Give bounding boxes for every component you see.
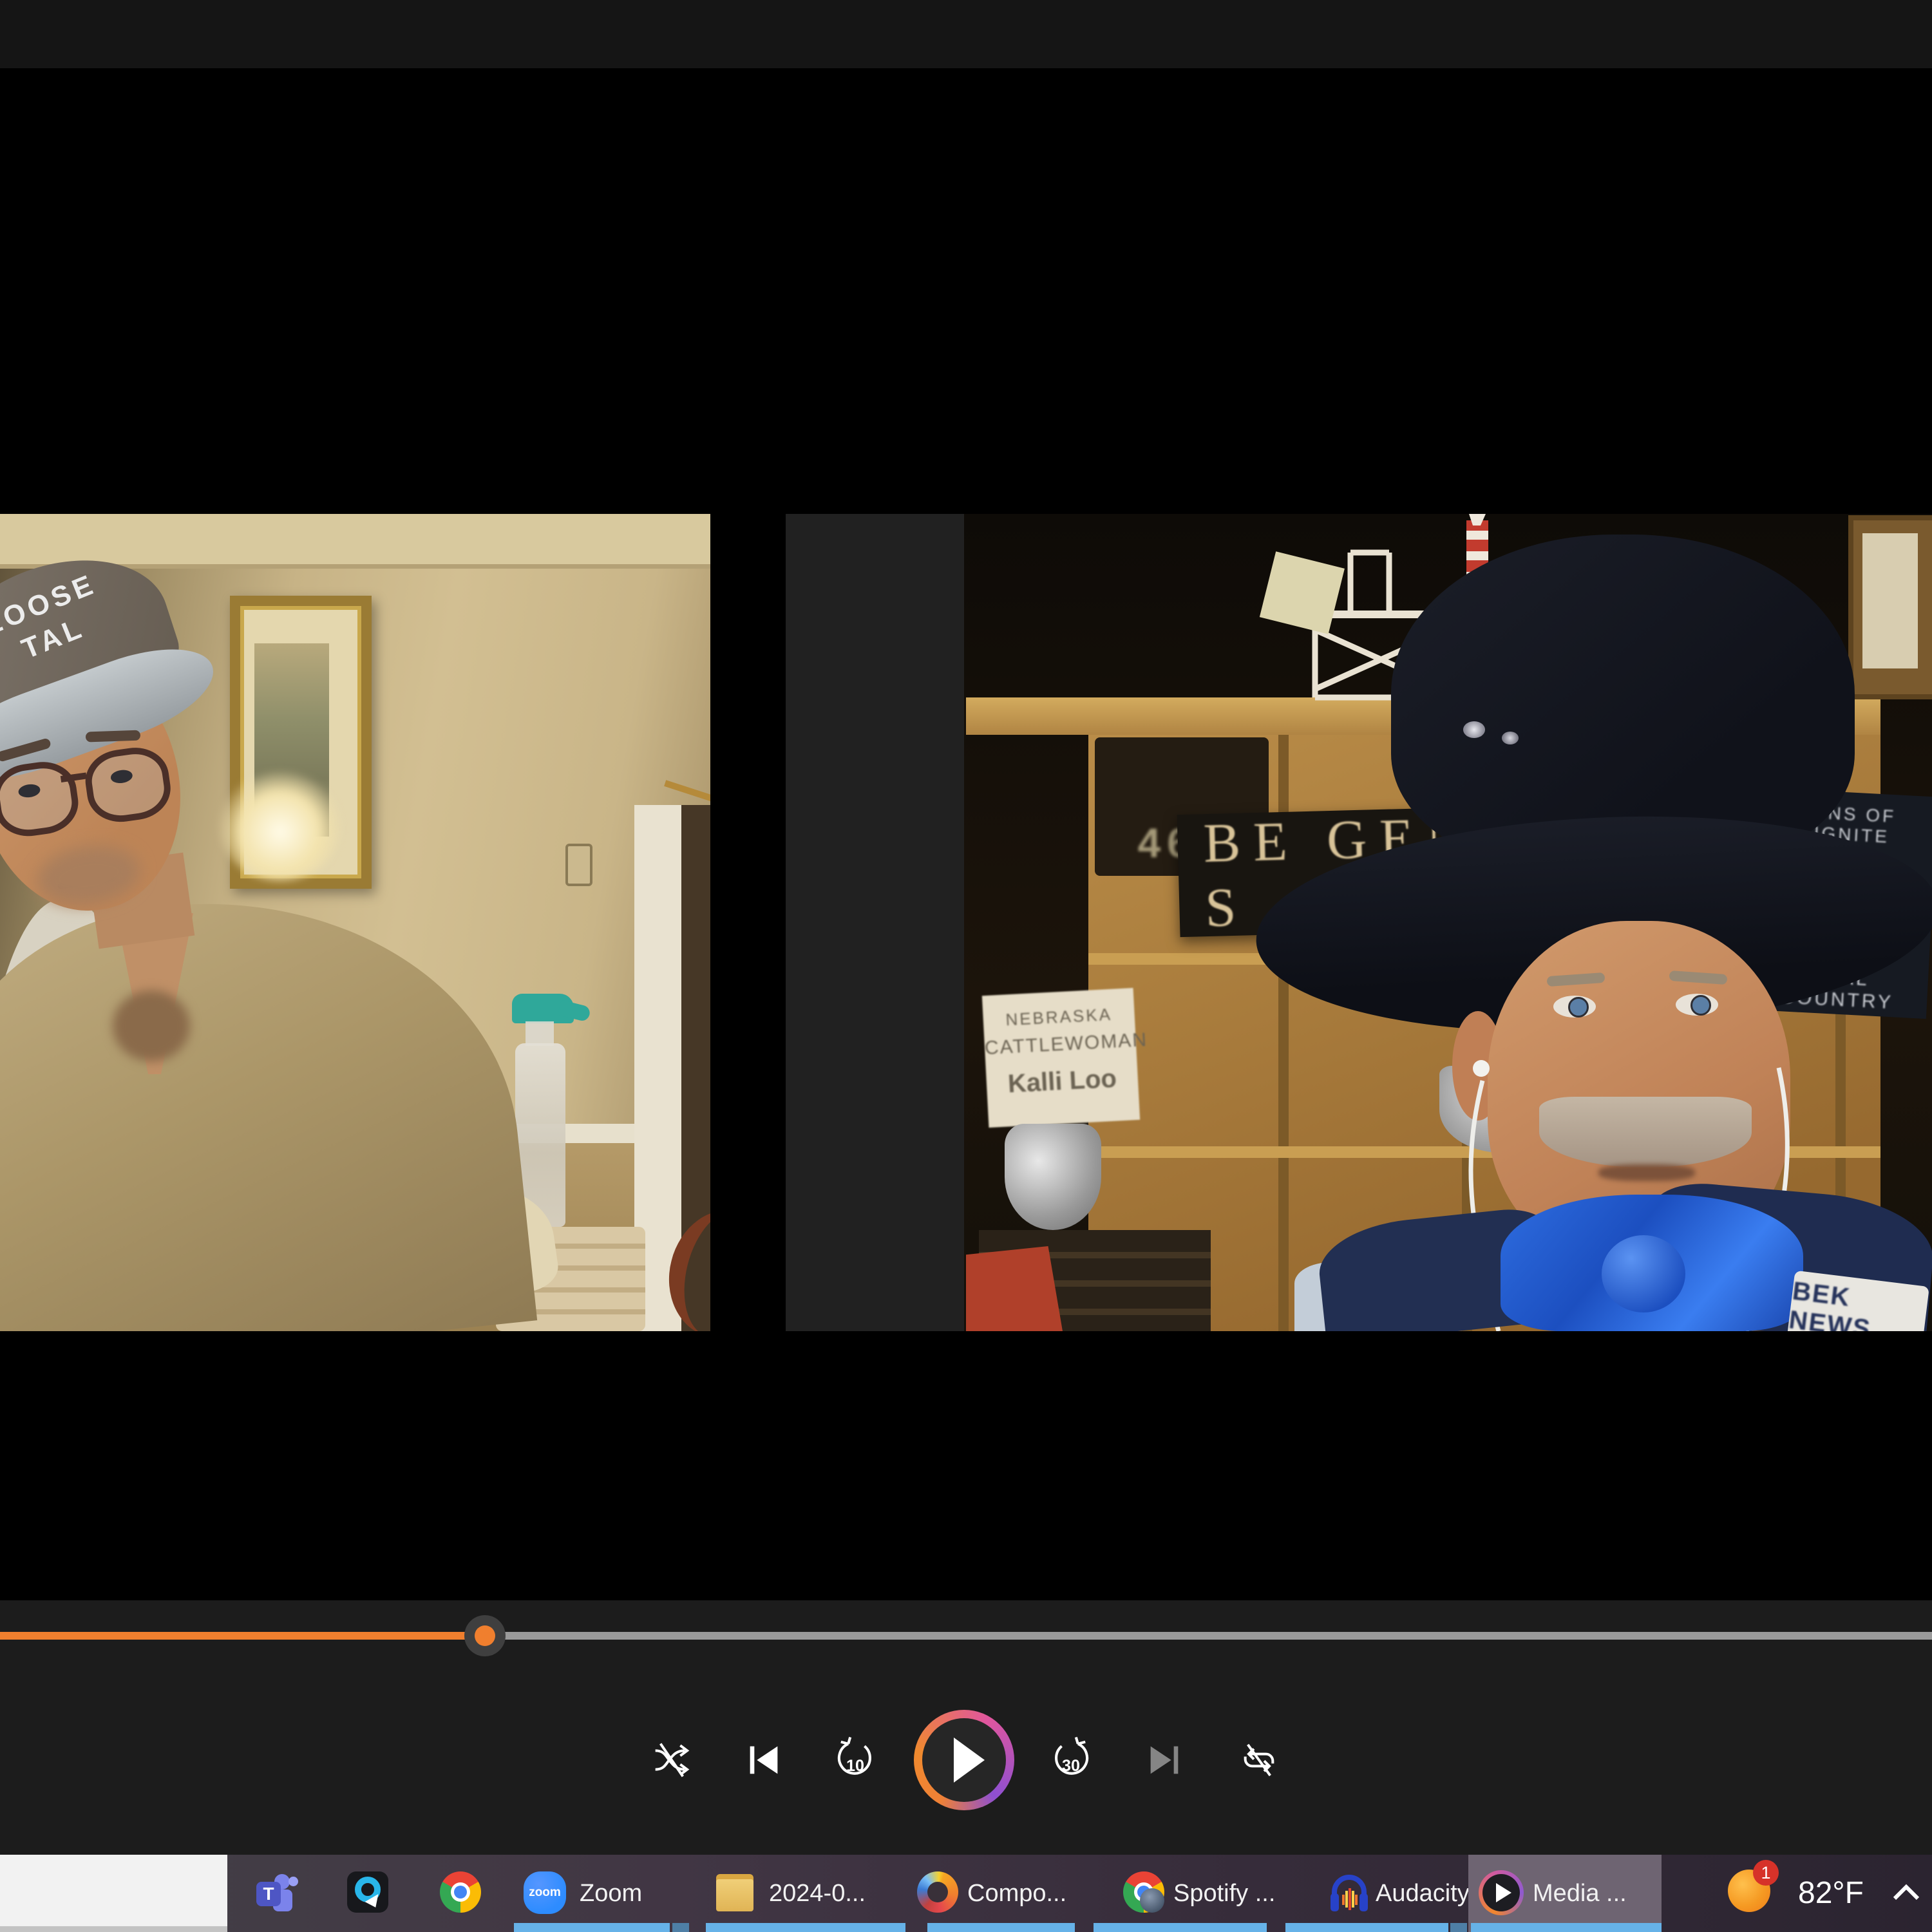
open-window-indicator [514, 1923, 670, 1932]
folder-icon-front [716, 1879, 753, 1911]
taskbar-item-media-player[interactable]: Media ... [1468, 1855, 1662, 1932]
rewind-10-icon: 10 [833, 1737, 877, 1783]
tile-gap-black [710, 514, 786, 1331]
chest-patch-text: BEK NEWS [1787, 1277, 1928, 1331]
tray-weather[interactable]: 1 82°F [1726, 1855, 1874, 1932]
taskbar-icon-quik[interactable] [347, 1871, 388, 1913]
player-bottom-panel: 10 30 [0, 1600, 1932, 1855]
white-window-area[interactable] [0, 1855, 227, 1932]
temperature-label: 82°F [1798, 1855, 1864, 1932]
chevron-up-icon [1887, 1874, 1926, 1913]
progress-bar[interactable] [0, 1632, 1932, 1640]
composer-ring-hole [927, 1882, 948, 1902]
tray-expand-chevron[interactable] [1887, 1874, 1926, 1913]
next-track-icon [1144, 1739, 1185, 1781]
previous-track-button[interactable] [743, 1739, 784, 1781]
video-tile-right-participant: 466 BE GENTLE S NEBRASKA CATTLEWOMAN Kal… [964, 514, 1932, 1331]
media-player-play-glyph [1496, 1883, 1511, 1902]
video-canvas: LOOSE TAL [0, 68, 1932, 1600]
play-icon [954, 1738, 985, 1783]
open-window-indicator [1285, 1923, 1448, 1932]
teams-person2-icon [289, 1877, 298, 1886]
shuffle-off-icon [651, 1739, 692, 1781]
tile-gap-gray [786, 514, 964, 1331]
next-track-button[interactable] [1144, 1739, 1185, 1781]
taskbar-icon-chrome[interactable] [440, 1871, 481, 1913]
taskbar-item-label: 2024-0... [769, 1855, 866, 1932]
taskbar-item-composer[interactable]: Compo... [908, 1855, 1111, 1932]
play-button[interactable] [914, 1710, 1014, 1810]
progress-thumb[interactable] [475, 1625, 495, 1646]
taskbar-item-zoom[interactable]: zoom Zoom [514, 1855, 670, 1932]
open-window-indicator [1471, 1923, 1662, 1932]
rewind-10-label: 10 [846, 1757, 864, 1775]
taskbar-item-label: Media ... [1533, 1855, 1627, 1932]
open-window-indicator [927, 1923, 1075, 1932]
taskbar-icon-teams[interactable]: T [256, 1873, 298, 1914]
open-window-indicator [672, 1923, 689, 1932]
notification-badge-count: 1 [1761, 1863, 1770, 1882]
forward-30-icon: 30 [1049, 1737, 1093, 1783]
left-man-chest-hair [113, 990, 190, 1061]
teams-tile-icon: T [256, 1882, 281, 1906]
audacity-icon [1327, 1870, 1372, 1915]
video-tile-left-participant: LOOSE TAL [0, 514, 710, 1331]
progress-bar-filled [0, 1632, 485, 1640]
forward-30-button[interactable]: 30 [1049, 1737, 1093, 1783]
taskbar: T zoom Zoom 2024-0... Compo... [0, 1855, 1932, 1932]
chrome-hub-blue [454, 1886, 467, 1899]
open-window-indicator [706, 1923, 905, 1932]
taskbar-item-label: Spotify ... [1173, 1855, 1275, 1932]
zoom-icon: zoom [524, 1871, 566, 1914]
spotify-avatar-overlay [1140, 1888, 1164, 1913]
open-window-indicator [1450, 1923, 1467, 1932]
screen: LOOSE TAL [0, 0, 1932, 1932]
rewind-10-button[interactable]: 10 [833, 1737, 877, 1783]
repeat-button[interactable] [1238, 1739, 1280, 1781]
previous-track-icon [743, 1739, 784, 1781]
forward-30-label: 30 [1062, 1757, 1080, 1775]
shuffle-button[interactable] [651, 1739, 692, 1781]
taskbar-item-spotify[interactable]: Spotify ... [1114, 1855, 1317, 1932]
scarf-knot [1602, 1235, 1685, 1312]
notification-badge: 1 [1753, 1860, 1779, 1886]
left-man-head: LOOSE TAL [0, 521, 285, 971]
curtain-rod [664, 780, 710, 808]
repeat-off-icon [1238, 1739, 1280, 1781]
wall-outlet [565, 844, 592, 886]
taskbar-item-label: Audacity [1376, 1855, 1470, 1932]
right-eyebrow [86, 730, 141, 743]
spray-bottle-neck [526, 1021, 554, 1046]
taskbar-item-label: Zoom [580, 1855, 642, 1932]
taskbar-item-label: Compo... [967, 1855, 1066, 1932]
open-window-indicator [1094, 1923, 1267, 1932]
window-top-strip [0, 0, 1932, 68]
taskbar-item-audacity[interactable]: Audacity [1320, 1855, 1467, 1932]
taskbar-item-folder[interactable]: 2024-0... [706, 1855, 905, 1932]
